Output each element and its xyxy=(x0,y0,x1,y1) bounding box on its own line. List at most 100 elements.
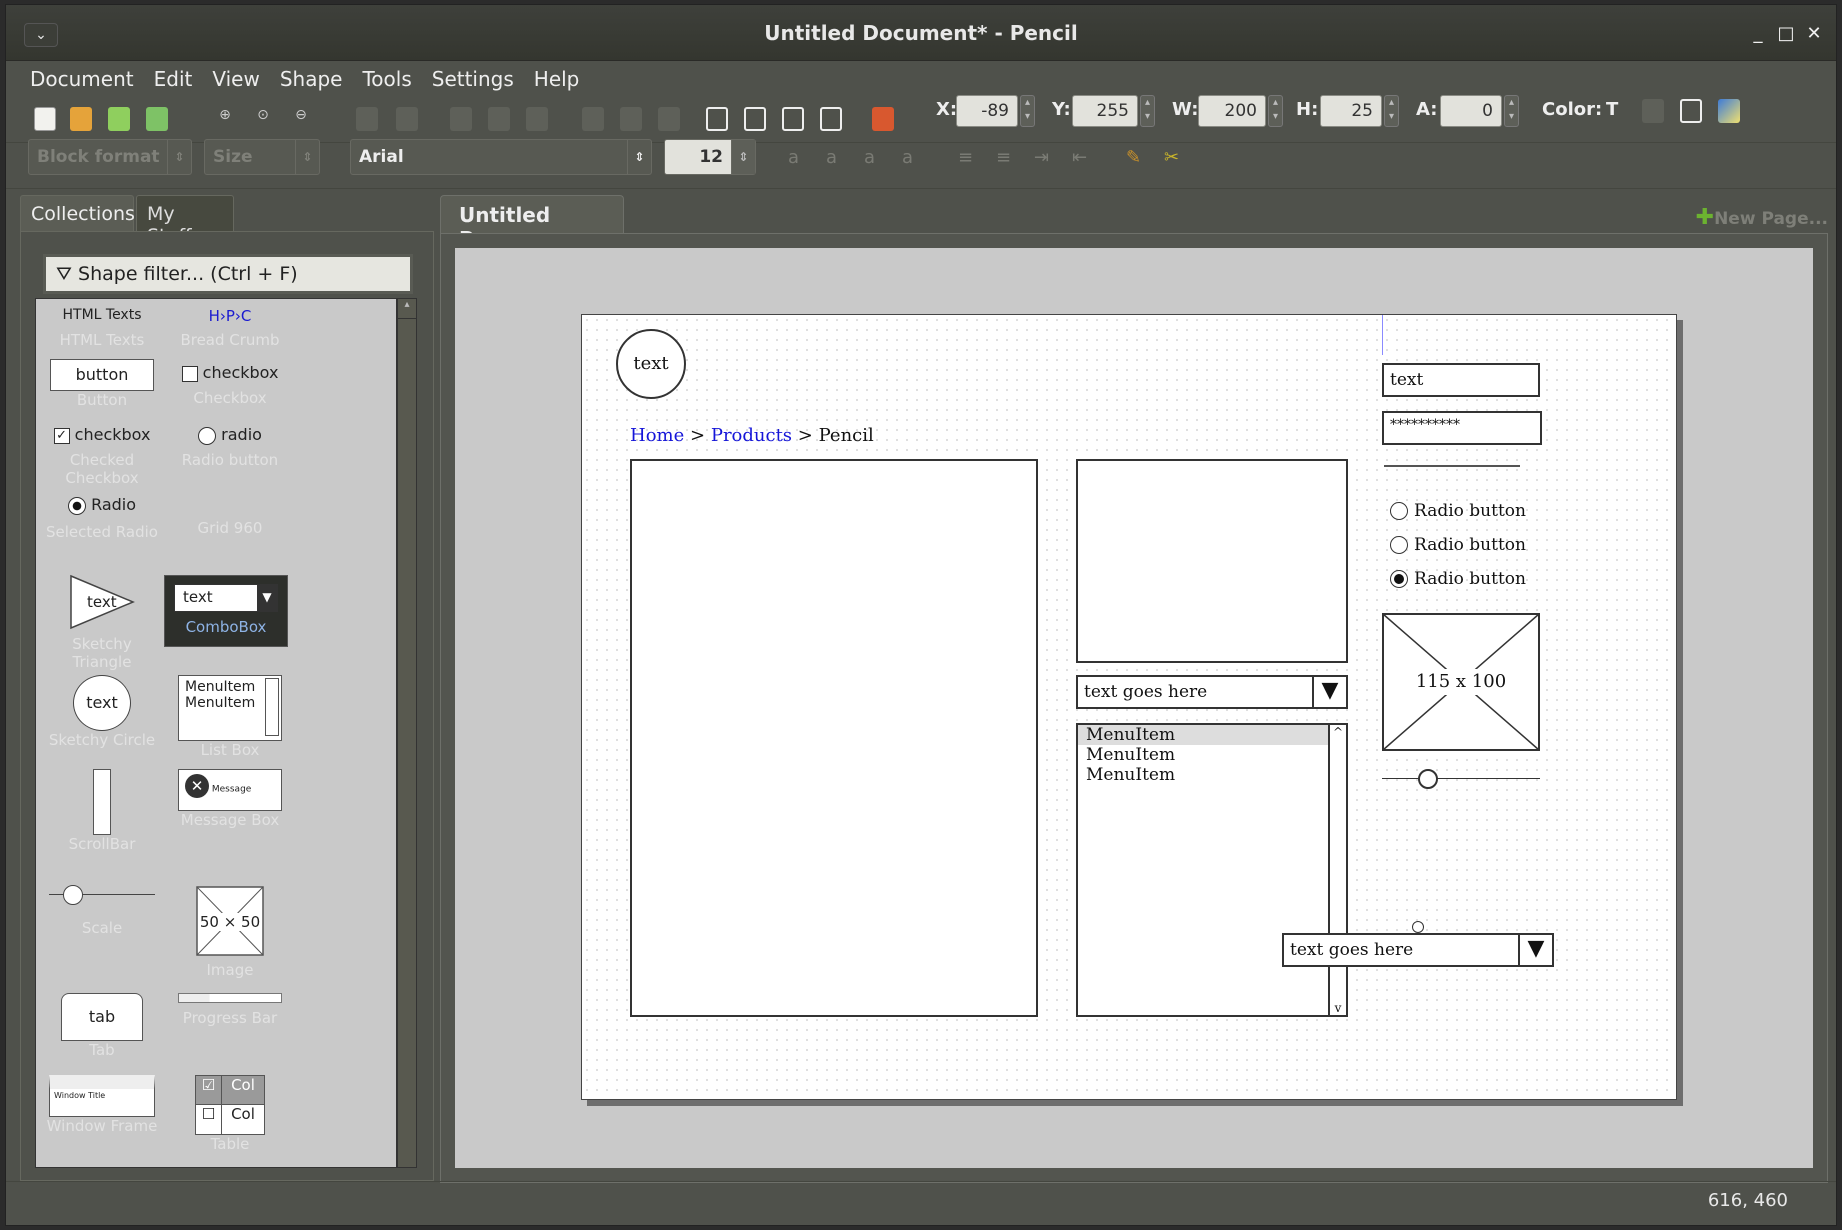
chevron-down-icon[interactable]: ▼ xyxy=(1518,935,1552,965)
shape-html-texts[interactable]: HTML Texts HTML Texts xyxy=(42,307,162,349)
shape-scale[interactable]: Scale xyxy=(42,885,162,937)
combobox-shape[interactable]: text goes here ▼ xyxy=(1076,675,1348,709)
bold-icon[interactable]: a xyxy=(788,147,808,168)
shape-table[interactable]: ☑ Col ☐ Col Table xyxy=(170,1075,290,1153)
italic-icon[interactable]: a xyxy=(826,147,846,168)
w-spinner[interactable]: ▴ ▾ xyxy=(1268,95,1283,127)
tab-collections[interactable]: Collections xyxy=(20,195,135,231)
shape-checkbox[interactable]: checkbox Checkbox xyxy=(170,363,290,407)
list-item[interactable]: MenuItem xyxy=(1078,745,1346,765)
shadow-color-icon[interactable] xyxy=(1718,99,1740,123)
shape-sketchy-triangle[interactable]: text Sketchy Triangle xyxy=(42,573,162,671)
listbox-shape[interactable]: MenuItem MenuItem MenuItem ^ v xyxy=(1076,723,1348,1017)
stroke-color-icon[interactable] xyxy=(1680,99,1702,123)
align-center-icon[interactable] xyxy=(488,107,510,131)
w-input[interactable]: 200 xyxy=(1198,95,1266,127)
chevron-down-icon[interactable]: ▼ xyxy=(1312,677,1346,707)
menu-view[interactable]: View xyxy=(212,67,259,91)
radio-button-selected-shape[interactable]: Radio button xyxy=(1390,569,1526,589)
format-brush-icon[interactable]: ✎ xyxy=(1126,147,1146,168)
distribute-horizontal-icon[interactable] xyxy=(356,107,378,131)
align-bottom-icon[interactable] xyxy=(658,107,680,131)
align-middle-icon[interactable] xyxy=(620,107,642,131)
drawing-canvas[interactable]: text Home > Products > Pencil text goes … xyxy=(455,248,1813,1168)
rotate-handle-icon[interactable] xyxy=(1412,921,1424,933)
bring-to-front-icon[interactable] xyxy=(706,107,728,131)
distribute-vertical-icon[interactable] xyxy=(396,107,418,131)
tab-untitled-page[interactable]: Untitled Page xyxy=(440,195,624,251)
shape-progress-bar[interactable]: Progress Bar xyxy=(170,993,290,1027)
angle-spinner[interactable]: ▴ ▾ xyxy=(1504,95,1519,127)
shape-grid-960[interactable]: Grid 960 xyxy=(170,519,290,537)
selected-combobox-shape[interactable]: text goes here ▼ xyxy=(1282,921,1554,967)
send-to-back-icon[interactable] xyxy=(820,107,842,131)
x-spinner[interactable]: ▴ ▾ xyxy=(1020,95,1035,127)
chevron-down-icon[interactable]: v xyxy=(1330,1001,1346,1015)
page-paper[interactable]: text Home > Products > Pencil text goes … xyxy=(581,314,1677,1100)
listbox-scrollbar[interactable]: ^ v xyxy=(1328,725,1346,1015)
shape-button[interactable]: button Button xyxy=(42,359,162,409)
shape-tab[interactable]: tab Tab xyxy=(42,993,162,1059)
shape-combobox[interactable]: text ▼ ComboBox xyxy=(164,575,288,647)
top-panel-shape[interactable] xyxy=(1076,459,1348,663)
zoom-reset-icon[interactable]: ⊙ xyxy=(252,107,274,131)
shape-list-box[interactable]: MenuItem MenuItem List Box xyxy=(170,675,290,759)
image-placeholder-shape[interactable]: 115 x 100 xyxy=(1382,613,1540,751)
open-document-icon[interactable] xyxy=(70,107,92,131)
slider-handle-icon[interactable] xyxy=(1418,769,1438,789)
radio-button-shape[interactable]: Radio button xyxy=(1390,535,1526,555)
bring-forward-icon[interactable] xyxy=(744,107,766,131)
shape-scrollbar[interactable]: ScrollBar xyxy=(42,769,162,853)
align-right-icon[interactable] xyxy=(526,107,548,131)
block-format-select[interactable]: Block format ⇕ xyxy=(28,139,192,175)
scale-slider-shape[interactable] xyxy=(1382,769,1540,789)
fill-color-icon[interactable] xyxy=(1642,99,1664,123)
x-input[interactable]: -89 xyxy=(956,95,1018,127)
sketchy-circle-shape[interactable]: text xyxy=(616,329,686,399)
clear-format-icon[interactable]: ✂ xyxy=(1164,147,1184,168)
font-select[interactable]: Arial ⇕ xyxy=(350,139,652,175)
zoom-in-icon[interactable]: ⊕ xyxy=(214,107,236,131)
radio-button-shape[interactable]: Radio button xyxy=(1390,501,1526,521)
large-panel-shape[interactable] xyxy=(630,459,1038,1017)
shape-window-frame[interactable]: Window Title Window Frame xyxy=(42,1075,162,1135)
separator-shape[interactable] xyxy=(1384,465,1520,467)
menu-edit[interactable]: Edit xyxy=(154,67,193,91)
menu-tools[interactable]: Tools xyxy=(362,67,411,91)
shape-checked-checkbox[interactable]: ✓ checkbox Checked Checkbox xyxy=(42,425,162,487)
palette-scrollbar[interactable]: ▴ xyxy=(397,298,417,1168)
bullet-list-icon[interactable]: ≡ xyxy=(958,147,978,168)
angle-input[interactable]: 0 xyxy=(1440,95,1502,127)
font-size-input[interactable]: 12 ⇕ xyxy=(664,139,756,175)
close-button[interactable]: ✕ xyxy=(1800,21,1828,45)
align-top-icon[interactable] xyxy=(582,107,604,131)
zoom-out-icon[interactable]: ⊖ xyxy=(290,107,312,131)
menu-help[interactable]: Help xyxy=(534,67,580,91)
menu-settings[interactable]: Settings xyxy=(432,67,514,91)
shape-radio[interactable]: radio Radio button xyxy=(170,425,290,469)
menu-shape[interactable]: Shape xyxy=(280,67,343,91)
list-item[interactable]: MenuItem xyxy=(1078,725,1328,745)
breadcrumb-shape[interactable]: Home > Products > Pencil xyxy=(630,425,874,446)
menu-document[interactable]: Document xyxy=(30,67,134,91)
new-document-icon[interactable] xyxy=(34,107,56,131)
align-left-icon[interactable] xyxy=(450,107,472,131)
text-color-icon[interactable]: T xyxy=(1606,99,1628,123)
new-page-button[interactable]: ✚New Page... xyxy=(1696,205,1828,230)
numbered-list-icon[interactable]: ≡ xyxy=(996,147,1016,168)
y-spinner[interactable]: ▴ ▾ xyxy=(1140,95,1155,127)
export-document-icon[interactable] xyxy=(146,107,168,131)
underline-icon[interactable]: a xyxy=(864,147,884,168)
minimize-button[interactable]: _ xyxy=(1744,21,1772,45)
indent-icon[interactable]: ⇥ xyxy=(1034,147,1054,168)
shape-selected-radio[interactable]: Radio Selected Radio xyxy=(42,495,162,541)
shape-filter-input[interactable]: ⛛ Shape filter... (Ctrl + F) xyxy=(43,254,413,294)
maximize-button[interactable]: □ xyxy=(1772,21,1800,45)
shape-image[interactable]: 50 × 50 Image xyxy=(170,885,290,979)
shape-message-box[interactable]: ✕ Message Message Box xyxy=(170,769,290,829)
strikethrough-icon[interactable]: a xyxy=(902,147,922,168)
send-backward-icon[interactable] xyxy=(782,107,804,131)
chevron-up-icon[interactable]: ^ xyxy=(1330,725,1346,739)
save-document-icon[interactable] xyxy=(108,107,130,131)
breadcrumb-home-link[interactable]: Home xyxy=(630,425,684,446)
